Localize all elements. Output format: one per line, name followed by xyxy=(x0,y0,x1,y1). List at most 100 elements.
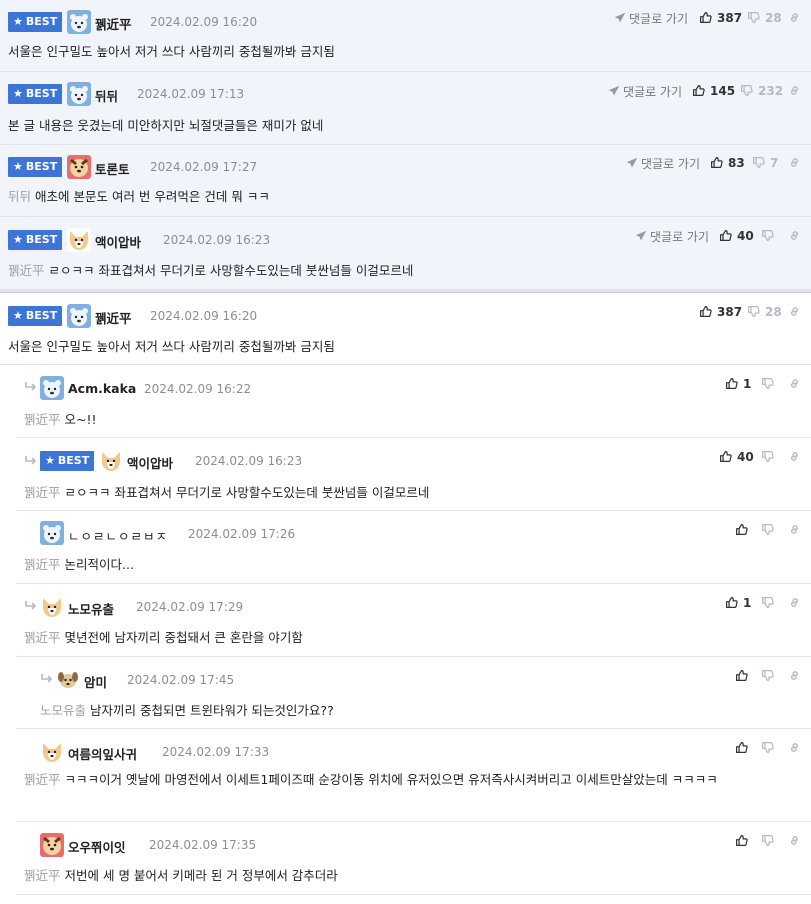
star-icon: ★ xyxy=(45,454,55,467)
goto-comment-link[interactable]: 댓글로 가기 xyxy=(626,155,700,172)
upvote-button[interactable]: 387 xyxy=(699,11,742,25)
downvote-button[interactable] xyxy=(761,741,779,755)
avatar[interactable] xyxy=(67,228,91,252)
downvote-button[interactable] xyxy=(761,450,779,464)
downvote-button[interactable] xyxy=(761,834,779,848)
nickname[interactable]: 오우쮜이잇 xyxy=(68,837,126,856)
link-icon[interactable] xyxy=(788,450,801,463)
nickname[interactable]: 꿹近平 xyxy=(95,308,132,327)
link-icon[interactable] xyxy=(788,11,801,24)
mention[interactable]: 꿹近平 xyxy=(24,485,61,500)
upvote-button[interactable]: 1 xyxy=(725,596,751,610)
link-icon[interactable] xyxy=(788,377,801,390)
downvote-button[interactable] xyxy=(761,523,779,537)
avatar[interactable] xyxy=(40,521,64,545)
nickname[interactable]: 노모유출 xyxy=(68,599,114,618)
star-icon: ★ xyxy=(13,160,23,173)
thumbs-up-icon xyxy=(719,229,732,242)
downvote-button[interactable]: 28 xyxy=(747,11,782,25)
avatar[interactable] xyxy=(40,740,64,764)
downvote-button[interactable]: 232 xyxy=(740,84,783,98)
upvote-button[interactable] xyxy=(735,523,753,537)
thumbs-down-icon xyxy=(761,741,774,754)
nickname[interactable]: 액이압바 xyxy=(95,232,141,251)
reply: 오우쮜이잇 2024.02.09 17:35 꿹近平 저번에 세 명 붙어서 키메… xyxy=(16,822,811,895)
comment-text: 노모유출 남자끼리 중첩되면 트윈타워가 되는것인가요?? xyxy=(40,703,334,718)
best-badge: ★ BEST xyxy=(8,157,63,177)
avatar[interactable] xyxy=(56,667,80,691)
reply: 암미 2024.02.09 17:45 노모유출 남자끼리 중첩되면 트윈타워가 … xyxy=(16,657,811,729)
reply: 여름의잎사귀 2024.02.09 17:33 꿹近平 ㅋㅋㅋ이거 옛날에 마영전… xyxy=(16,729,811,822)
upvote-button[interactable]: 145 xyxy=(692,84,735,98)
best-comment: ★ BEST 토론토 2024.02.09 17:27 댓글로 가기 83 7 뒤… xyxy=(0,145,811,217)
link-icon[interactable] xyxy=(788,596,801,609)
nickname[interactable]: 뒤뒤 xyxy=(95,86,118,105)
goto-comment-link[interactable]: 댓글로 가기 xyxy=(614,10,688,27)
link-icon[interactable] xyxy=(788,741,801,754)
thumbs-down-icon xyxy=(761,523,774,536)
reply-arrow-icon xyxy=(24,600,38,612)
downvote-button[interactable] xyxy=(761,596,779,610)
link-icon[interactable] xyxy=(788,305,801,318)
comment-text: 뒤뒤 애초에 본문도 여러 번 우려먹은 건데 뭐 ㅋㅋ xyxy=(8,189,270,204)
mention[interactable]: 꿹近平 xyxy=(24,772,61,787)
nickname[interactable]: 여름의잎사귀 xyxy=(68,744,137,763)
downvote-button[interactable]: 7 xyxy=(752,156,778,170)
best-comment: ★ BEST 꿹近平 2024.02.09 16:20 댓글로 가기 387 28… xyxy=(0,0,811,72)
link-icon[interactable] xyxy=(788,834,801,847)
goto-comment-link[interactable]: 댓글로 가기 xyxy=(635,228,709,245)
nickname[interactable]: 꿹近平 xyxy=(95,14,132,33)
upvote-button[interactable]: 40 xyxy=(719,229,754,243)
nickname[interactable]: 액이압바 xyxy=(127,453,173,472)
mention[interactable]: 노모유출 xyxy=(40,703,86,718)
thumbs-up-icon xyxy=(735,834,748,847)
upvote-button[interactable]: 1 xyxy=(725,377,751,391)
upvote-button[interactable] xyxy=(735,834,753,848)
avatar[interactable] xyxy=(40,376,64,400)
upvote-button[interactable]: 83 xyxy=(710,156,745,170)
mention[interactable]: 꿹近平 xyxy=(24,630,61,645)
mention[interactable]: 꿹近平 xyxy=(24,557,61,572)
best-badge: ★ BEST xyxy=(8,84,63,104)
nickname[interactable]: 암미 xyxy=(84,672,107,691)
avatar[interactable] xyxy=(40,833,64,857)
nickname[interactable]: ㄴㅇㄹㄴㅇㄹㅂㅈ xyxy=(68,526,168,545)
star-icon: ★ xyxy=(13,309,23,322)
nickname[interactable]: 토론토 xyxy=(95,159,130,178)
downvote-button[interactable] xyxy=(761,377,779,391)
link-icon[interactable] xyxy=(788,84,801,97)
mention[interactable]: 뒤뒤 xyxy=(8,189,31,204)
avatar[interactable] xyxy=(67,10,91,34)
avatar[interactable] xyxy=(99,449,123,473)
link-icon[interactable] xyxy=(788,229,801,242)
send-icon xyxy=(626,157,638,169)
mention[interactable]: 꿹近平 xyxy=(24,412,61,427)
downvote-button[interactable] xyxy=(761,669,779,683)
nickname[interactable]: Acm.kaka xyxy=(68,381,136,396)
goto-comment-link[interactable]: 댓글로 가기 xyxy=(608,83,682,100)
reply-arrow-icon xyxy=(24,381,38,393)
link-icon[interactable] xyxy=(788,156,801,169)
downvote-button[interactable]: 28 xyxy=(747,305,782,319)
star-icon: ★ xyxy=(13,87,23,100)
thumbs-down-icon xyxy=(747,11,760,24)
avatar[interactable] xyxy=(67,304,91,328)
avatar[interactable] xyxy=(67,82,91,106)
upvote-button[interactable] xyxy=(735,741,753,755)
comment-date: 2024.02.09 17:29 xyxy=(136,600,244,614)
mention[interactable]: 꿹近平 xyxy=(24,868,61,883)
upvote-button[interactable]: 387 xyxy=(699,305,742,319)
mention[interactable]: 꿹近平 xyxy=(8,263,45,278)
comment-date: 2024.02.09 16:23 xyxy=(195,454,303,468)
reply: 노모유출 2024.02.09 17:29 1 꿹近平 몇년전에 남자끼리 중첩돼… xyxy=(16,584,811,657)
upvote-button[interactable] xyxy=(735,669,753,683)
send-icon xyxy=(614,12,626,24)
avatar[interactable] xyxy=(67,155,91,179)
reply-arrow-icon xyxy=(24,455,38,467)
avatar[interactable] xyxy=(40,595,64,619)
link-icon[interactable] xyxy=(788,523,801,536)
comment-text: 꿹近平 저번에 세 명 붙어서 키메라 된 거 정부에서 감추더라 xyxy=(24,868,338,883)
upvote-button[interactable]: 40 xyxy=(719,450,754,464)
link-icon[interactable] xyxy=(788,669,801,682)
downvote-button[interactable] xyxy=(761,229,779,243)
